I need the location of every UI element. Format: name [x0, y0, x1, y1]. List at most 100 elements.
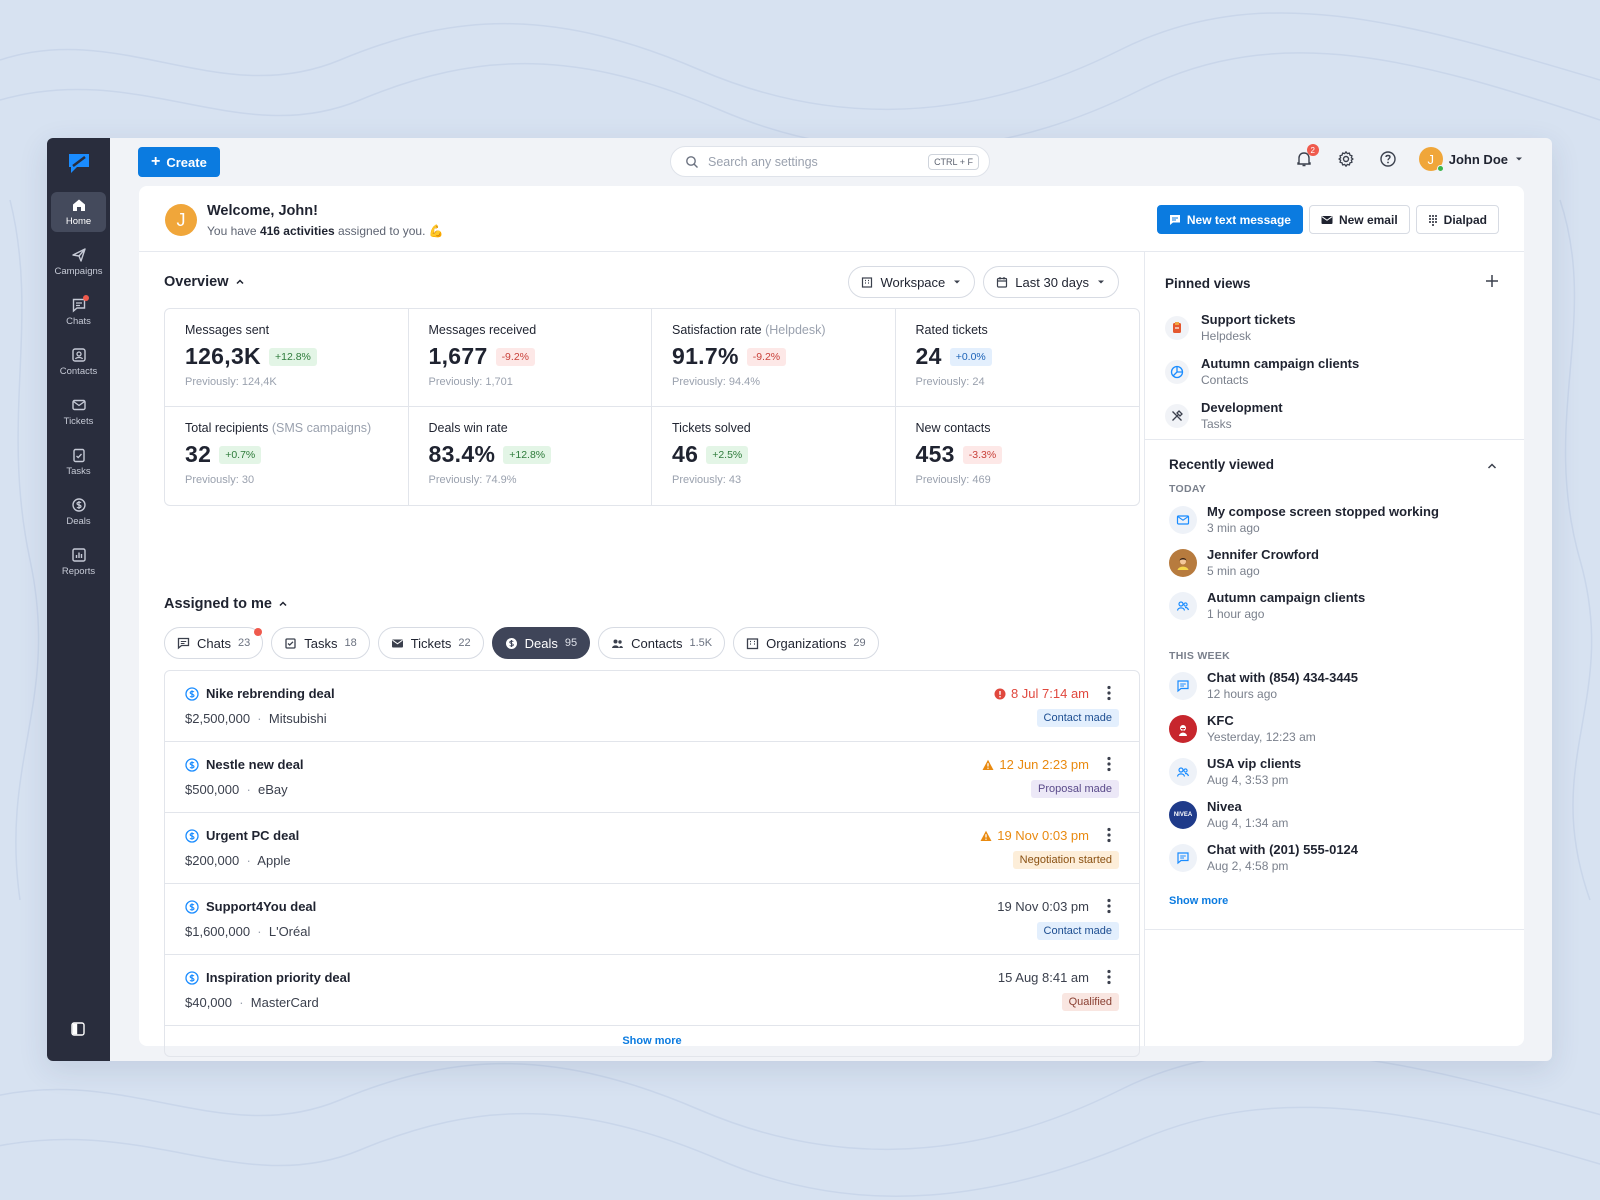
new-email-button[interactable]: New email — [1308, 205, 1410, 234]
stat-label-text: Rated tickets — [915, 323, 988, 337]
recent-item[interactable]: Chat with (201) 555-0124 Aug 2, 4:58 pm — [1169, 842, 1358, 873]
stat-label: Satisfaction rate (Helpdesk) — [672, 323, 875, 337]
stats-grid: Messages sent 126,3K +12.8% Previously: 124… — [164, 308, 1140, 506]
caret-down-icon — [1098, 280, 1104, 284]
chart-icon — [71, 548, 86, 562]
tab-tasks[interactable]: Tasks 18 — [271, 627, 370, 659]
recent-title: Recently viewed — [1169, 457, 1275, 472]
notifications-button[interactable]: 2 — [1293, 144, 1319, 170]
stat-value-row: 24 +0.0% — [916, 343, 1120, 370]
more-icon[interactable] — [1107, 685, 1111, 701]
deal-row[interactable]: Nestle new deal $500,000 · eBay 12 Jun 2:2… — [165, 742, 1139, 813]
recent-item-text: Chat with (201) 555-0124 Aug 2, 4:58 pm — [1207, 842, 1358, 873]
deal-details: $40,000 · MasterCard — [185, 995, 319, 1010]
deal-name[interactable]: Urgent PC deal — [185, 828, 299, 843]
settings-button[interactable] — [1335, 148, 1357, 170]
sidebar-item-campaigns[interactable]: Campaigns — [51, 242, 106, 282]
workspace-value: Workspace — [880, 274, 946, 290]
new-text-message-button[interactable]: New text message — [1156, 205, 1303, 234]
workspace-select[interactable]: Workspace — [848, 266, 976, 298]
pinned-item[interactable]: Autumn campaign clients Contacts — [1165, 356, 1359, 387]
assigned-toggle[interactable]: Assigned to me — [164, 596, 288, 612]
app-logo[interactable] — [66, 150, 92, 176]
chevron-up-icon — [279, 601, 287, 607]
message-icon — [1169, 214, 1180, 225]
recent-item[interactable]: USA vip clients Aug 4, 3:53 pm — [1169, 756, 1301, 787]
recent-item-text: Chat with (854) 434-3445 12 hours ago — [1207, 670, 1358, 701]
date-range-select[interactable]: Last 30 days — [983, 266, 1119, 298]
sidebar-item-tickets[interactable]: Tickets — [51, 392, 106, 432]
recent-item[interactable]: Jennifer Crowford 5 min ago — [1169, 547, 1319, 578]
recent-item[interactable]: KFC Yesterday, 12:23 am — [1169, 713, 1316, 744]
sidebar-item-deals[interactable]: Deals — [51, 492, 106, 532]
stat-previous: Previously: 94.4% — [672, 376, 761, 388]
more-icon[interactable] — [1107, 827, 1111, 843]
add-pinned-icon[interactable] — [1485, 274, 1499, 288]
change-badge: +12.8% — [268, 347, 317, 366]
deal-row[interactable]: Inspiration priority deal $40,000 · Maste… — [165, 955, 1139, 1026]
activities-count[interactable]: 416 activities — [260, 224, 335, 238]
deals-show-more-link[interactable]: Show more — [165, 1026, 1139, 1056]
recent-item[interactable]: Autumn campaign clients 1 hour ago — [1169, 590, 1365, 621]
deal-date-text: 8 Jul 7:14 am — [1010, 686, 1089, 701]
more-icon[interactable] — [1107, 898, 1111, 914]
search-input[interactable]: Search any settings CTRL + F — [670, 146, 990, 177]
dialpad-button[interactable]: Dialpad — [1415, 205, 1499, 234]
welcome-text-prefix: You have — [207, 224, 260, 238]
new-email-label: New email — [1338, 212, 1398, 227]
pinned-item[interactable]: Development Tasks — [1165, 400, 1283, 431]
recent-item[interactable]: NIVEA Nivea Aug 4, 1:34 am — [1169, 799, 1288, 830]
pinned-item-subtitle: Tasks — [1201, 417, 1232, 431]
deal-amount: $1,600,000 — [185, 924, 251, 939]
stat-value: 91.7% — [672, 343, 739, 369]
more-icon[interactable] — [1107, 969, 1111, 985]
user-menu[interactable]: J John Doe — [1418, 147, 1524, 172]
recent-item-title: Chat with (201) 555-0124 — [1207, 842, 1359, 857]
overview-filters: Workspace Last 30 days — [848, 266, 1119, 298]
tab-tickets[interactable]: Tickets 22 — [377, 627, 484, 659]
deal-row[interactable]: Urgent PC deal $200,000 · Apple 19 Nov 0:0… — [165, 813, 1139, 884]
recent-show-more-link[interactable]: Show more — [1169, 895, 1228, 907]
warning-icon — [982, 759, 994, 770]
stat-label: Messages sent — [185, 323, 388, 337]
deal-date-text: 19 Nov 0:03 pm — [997, 828, 1089, 843]
help-button[interactable] — [1377, 148, 1399, 170]
tab-chats[interactable]: Chats 23 — [164, 627, 264, 659]
chats-icon — [177, 637, 190, 649]
sidebar-item-contacts[interactable]: Contacts — [51, 342, 106, 382]
search-shortcut: CTRL + F — [928, 153, 979, 170]
dollar-icon — [185, 757, 199, 772]
recent-item[interactable]: Chat with (854) 434-3445 12 hours ago — [1169, 670, 1358, 701]
sidebar-item-tasks[interactable]: Tasks — [51, 442, 106, 482]
deal-due-date: 8 Jul 7:14 am — [994, 686, 1089, 701]
tab-deals[interactable]: Deals 95 — [491, 627, 591, 659]
tab-organizations[interactable]: Organizations 29 — [733, 627, 879, 659]
deal-name[interactable]: Nestle new deal — [185, 757, 304, 772]
create-button[interactable]: + Create — [138, 147, 220, 177]
tab-contacts[interactable]: Contacts 1.5K — [598, 627, 726, 659]
recent-item[interactable]: My compose screen stopped working 3 min a… — [1169, 504, 1439, 535]
recent-item-time: 12 hours ago — [1207, 687, 1278, 701]
deal-row[interactable]: Support4You deal $1,600,000 · L'Oréal 19 N… — [165, 884, 1139, 955]
deal-date-text: 15 Aug 8:41 am — [997, 970, 1089, 985]
deal-name[interactable]: Support4You deal — [185, 899, 316, 914]
stat-label-text: Satisfaction rate — [672, 323, 766, 337]
deal-name[interactable]: Inspiration priority deal — [185, 970, 350, 985]
more-icon[interactable] — [1107, 756, 1111, 772]
overview-toggle[interactable]: Overview — [164, 274, 245, 290]
pinned-item[interactable]: Support tickets Helpdesk — [1165, 312, 1296, 343]
sidebar-collapse-icon[interactable] — [70, 1021, 86, 1037]
sidebar-item-home[interactable]: Home — [51, 192, 106, 232]
chevron-up-icon[interactable] — [1486, 460, 1498, 472]
sidebar-item-chats[interactable]: Chats — [51, 292, 106, 332]
deal-name-text: Urgent PC deal — [206, 828, 300, 843]
tab-count: 18 — [344, 637, 357, 649]
sidebar-item-reports[interactable]: Reports — [51, 542, 106, 582]
pinned-item-text: Autumn campaign clients Contacts — [1201, 356, 1359, 387]
deal-details: $200,000 · Apple — [185, 853, 291, 868]
stat-value-row: 32 +0.7% — [185, 441, 388, 468]
deal-name[interactable]: Nike rebrending deal — [185, 686, 335, 701]
separator-dot: · — [250, 924, 269, 939]
deals-icon — [505, 637, 517, 649]
deal-row[interactable]: Nike rebrending deal $2,500,000 · Mitsubi… — [165, 671, 1139, 742]
